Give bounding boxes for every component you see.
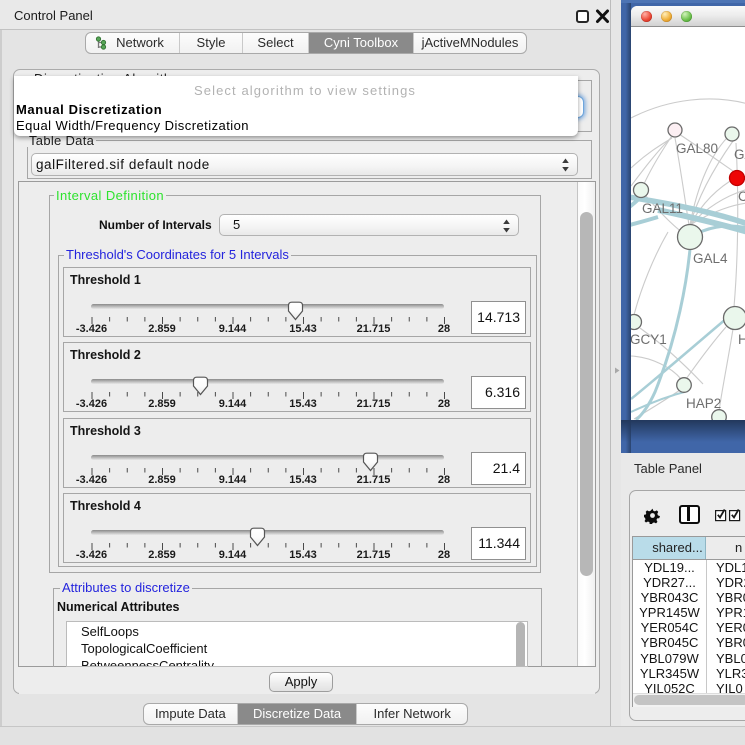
svg-text:GCY1: GCY1 — [631, 332, 667, 347]
svg-text:GAL80: GAL80 — [676, 141, 718, 156]
svg-text:GA: GA — [734, 147, 745, 162]
svg-text:HAP2: HAP2 — [686, 396, 721, 411]
svg-text:GAL11: GAL11 — [642, 201, 683, 216]
svg-text:H: H — [738, 332, 745, 347]
svg-text:GAL4: GAL4 — [693, 251, 728, 266]
svg-text:C: C — [738, 189, 745, 204]
